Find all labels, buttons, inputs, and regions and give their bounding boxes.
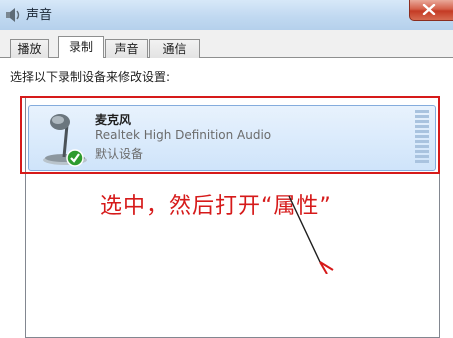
tab-recording[interactable]: 录制 <box>58 36 104 58</box>
